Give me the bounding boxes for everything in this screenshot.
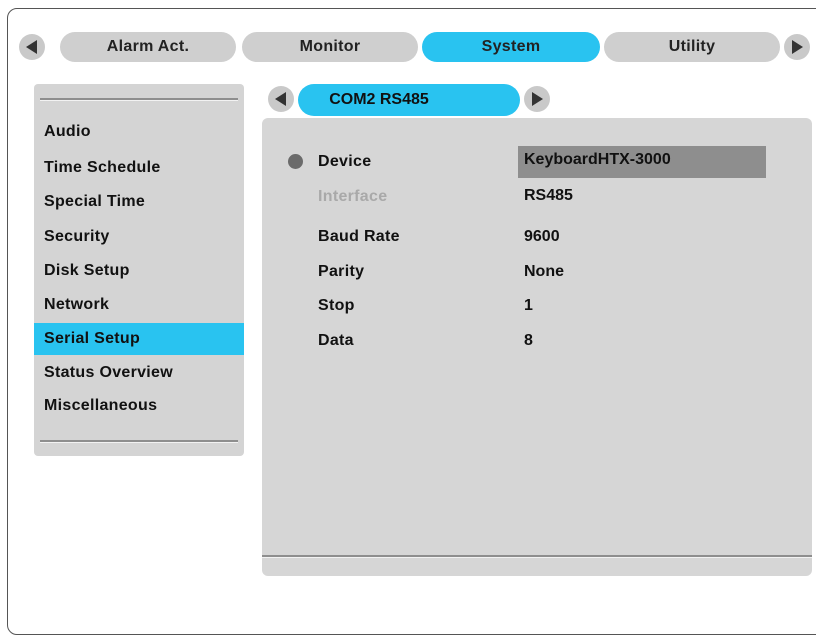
baud-rate-value[interactable]: 9600 (524, 228, 560, 246)
subtab-next-arrow-icon[interactable] (524, 86, 550, 112)
subtab-com2-rs485[interactable]: COM2 RS485 (298, 84, 520, 116)
interface-label: Interface (318, 188, 388, 205)
sidebar-item-security[interactable]: Security (34, 221, 244, 253)
sidebar-item-disk-setup[interactable]: Disk Setup (34, 255, 244, 287)
baud-rate-label: Baud Rate (318, 228, 400, 245)
tab-utility[interactable]: Utility (604, 32, 780, 62)
device-label: Device (318, 153, 372, 170)
tab-system[interactable]: System (422, 32, 600, 62)
sidebar-divider-bottom (40, 440, 238, 443)
sidebar-item-special-time[interactable]: Special Time (34, 186, 244, 218)
sidebar-item-network[interactable]: Network (34, 289, 244, 321)
tab-alarm-act[interactable]: Alarm Act. (60, 32, 236, 62)
sidebar-item-serial-setup[interactable]: Serial Setup (34, 323, 244, 355)
data-value[interactable]: 8 (524, 332, 533, 350)
tab-label: Alarm Act. (106, 38, 190, 55)
bullet-dot-icon (288, 154, 303, 169)
tab-prev-arrow-icon[interactable] (19, 34, 45, 60)
tab-label: Monitor (299, 38, 361, 55)
panel-divider-bottom (262, 555, 812, 558)
tab-next-arrow-icon[interactable] (784, 34, 810, 60)
tab-label: Utility (668, 38, 716, 55)
tab-monitor[interactable]: Monitor (242, 32, 418, 62)
data-label: Data (318, 332, 354, 349)
sidebar-item-time-schedule[interactable]: Time Schedule (34, 152, 244, 184)
device-value[interactable]: KeyboardHTX-3000 (524, 151, 671, 169)
parity-value[interactable]: None (524, 263, 564, 281)
sidebar-item-status-overview[interactable]: Status Overview (34, 357, 244, 389)
sidebar: Audio Time Schedule Special Time Securit… (34, 84, 244, 456)
stop-label: Stop (318, 297, 355, 314)
subtab-prev-arrow-icon[interactable] (268, 86, 294, 112)
tab-label: System (481, 38, 541, 55)
sidebar-divider-top (40, 98, 238, 101)
interface-value: RS485 (524, 187, 573, 204)
parity-label: Parity (318, 263, 365, 280)
sidebar-item-audio[interactable]: Audio (34, 116, 244, 148)
subtab-label: COM2 RS485 (329, 91, 429, 108)
stop-value[interactable]: 1 (524, 297, 533, 315)
sidebar-item-miscellaneous[interactable]: Miscellaneous (34, 390, 244, 422)
